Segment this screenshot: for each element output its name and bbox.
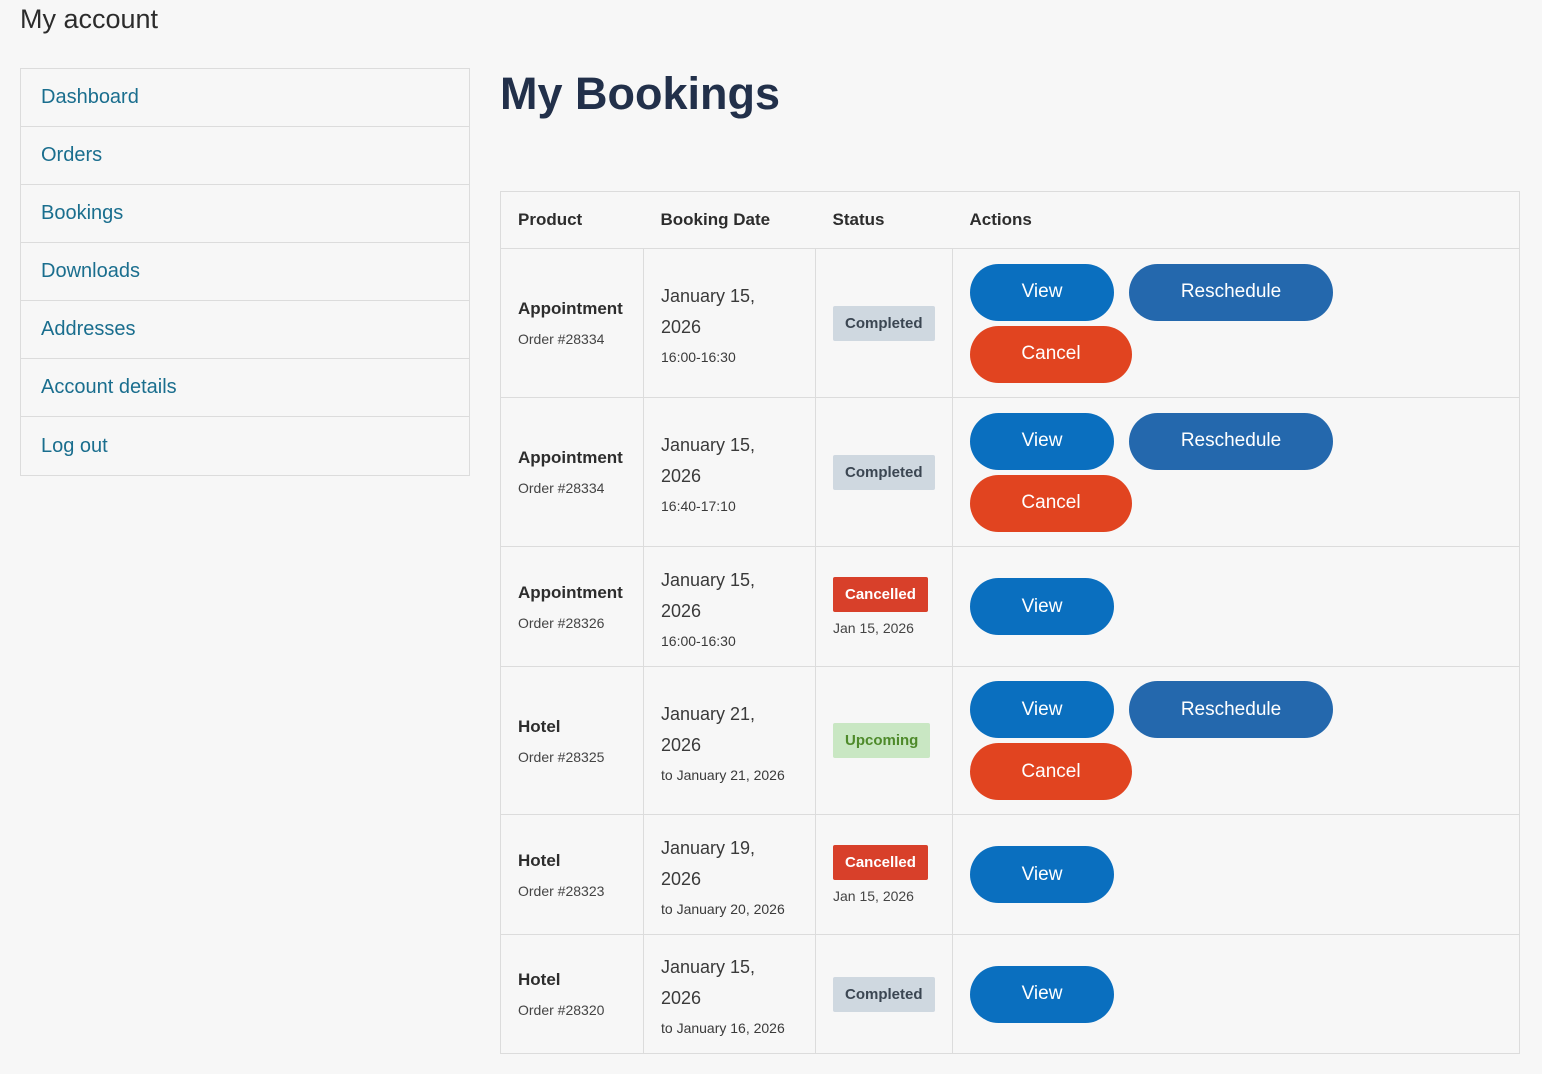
- table-row: Hotel Order #28323 January 19, 2026 to J…: [500, 814, 1520, 935]
- view-button[interactable]: View: [970, 263, 1114, 321]
- table-row: Hotel Order #28320 January 15, 2026 to J…: [500, 934, 1520, 1054]
- view-button[interactable]: View: [970, 578, 1114, 635]
- booking-date-cell: January 15, 2026 16:00-16:30: [643, 248, 816, 398]
- product-cell: Hotel Order #28320: [500, 934, 644, 1054]
- actions-group: View Reschedule Cancel: [970, 681, 1350, 800]
- order-number: Order #28326: [518, 614, 605, 631]
- cancel-button[interactable]: Cancel: [970, 325, 1132, 383]
- column-header-actions: Actions: [952, 191, 1520, 249]
- actions-cell: View: [952, 814, 1520, 935]
- product-name: Hotel: [518, 716, 561, 736]
- actions-group: View Reschedule Cancel: [970, 263, 1350, 383]
- actions-cell: View Reschedule Cancel: [952, 666, 1520, 815]
- status-badge: Completed: [833, 976, 935, 1012]
- product-name: Hotel: [518, 850, 561, 870]
- reschedule-button[interactable]: Reschedule: [1129, 412, 1333, 470]
- booking-date: January 21, 2026: [661, 703, 756, 755]
- product-name: Appointment: [518, 448, 623, 467]
- cancel-button[interactable]: Cancel: [970, 743, 1132, 800]
- status-badge: Cancelled: [833, 577, 928, 612]
- reschedule-button[interactable]: Reschedule: [1129, 681, 1333, 738]
- booking-date: January 15, 2026: [661, 957, 756, 1008]
- status-badge: Completed: [833, 305, 935, 341]
- status-date: Jan 15, 2026: [833, 620, 914, 636]
- booking-date: January 15, 2026: [661, 435, 756, 486]
- table-row: Appointment Order #28326 January 15, 202…: [500, 546, 1520, 667]
- product-name: Hotel: [518, 970, 561, 989]
- bookings-table: Product Booking Date Status Actions Appo…: [500, 191, 1520, 1054]
- product-cell: Hotel Order #28323: [500, 814, 644, 935]
- order-number: Order #28323: [518, 882, 605, 899]
- status-badge: Cancelled: [833, 845, 928, 880]
- cancel-button[interactable]: Cancel: [970, 474, 1132, 532]
- booking-date-cell: January 19, 2026 to January 20, 2026: [643, 814, 816, 935]
- actions-group: View Reschedule Cancel: [970, 412, 1350, 532]
- booking-date-detail: 16:40-17:10: [661, 498, 736, 514]
- view-button[interactable]: View: [970, 846, 1114, 903]
- bookings-heading: My Bookings: [500, 68, 781, 119]
- view-button[interactable]: View: [970, 412, 1114, 470]
- sidebar-item-account-details[interactable]: Account details: [21, 359, 469, 417]
- sidebar-item-downloads[interactable]: Downloads: [21, 243, 469, 301]
- view-button[interactable]: View: [970, 965, 1114, 1023]
- booking-date-detail: to January 20, 2026: [661, 900, 785, 917]
- status-badge: Upcoming: [833, 723, 931, 758]
- table-row: Appointment Order #28334 January 15, 202…: [500, 248, 1520, 398]
- booking-date-detail: to January 16, 2026: [661, 1020, 785, 1036]
- product-name: Appointment: [518, 582, 623, 602]
- actions-cell: View: [952, 934, 1520, 1054]
- order-number: Order #28320: [518, 1002, 605, 1018]
- reschedule-button[interactable]: Reschedule: [1129, 263, 1333, 321]
- view-button[interactable]: View: [970, 681, 1114, 738]
- status-badge: Completed: [833, 454, 935, 490]
- table-header-row: Product Booking Date Status Actions: [500, 191, 1520, 249]
- sidebar-item-log-out[interactable]: Log out: [21, 417, 469, 475]
- column-header-status: Status: [815, 191, 953, 249]
- booking-date-cell: January 15, 2026 to January 16, 2026: [643, 934, 816, 1054]
- booking-date-cell: January 15, 2026 16:40-17:10: [643, 397, 816, 547]
- booking-date: January 15, 2026: [661, 569, 756, 621]
- status-cell: Upcoming: [815, 666, 953, 815]
- product-cell: Appointment Order #28334: [500, 397, 644, 547]
- page-title: My account: [20, 4, 159, 34]
- booking-date-detail: 16:00-16:30: [661, 632, 736, 649]
- booking-date-cell: January 15, 2026 16:00-16:30: [643, 546, 816, 667]
- column-header-product: Product: [500, 191, 644, 249]
- status-cell: Cancelled Jan 15, 2026: [815, 814, 953, 935]
- booking-date: January 15, 2026: [661, 286, 756, 337]
- actions-group: View: [970, 578, 1350, 635]
- order-number: Order #28334: [518, 480, 605, 496]
- sidebar-item-bookings[interactable]: Bookings: [21, 185, 469, 243]
- booking-date-detail: to January 21, 2026: [661, 766, 785, 783]
- table-row: Hotel Order #28325 January 21, 2026 to J…: [500, 666, 1520, 815]
- actions-group: View: [970, 846, 1350, 903]
- sidebar-item-orders[interactable]: Orders: [21, 127, 469, 185]
- actions-cell: View: [952, 546, 1520, 667]
- actions-group: View: [970, 965, 1350, 1023]
- order-number: Order #28325: [518, 748, 605, 765]
- status-cell: Completed: [815, 934, 953, 1054]
- sidebar-item-addresses[interactable]: Addresses: [21, 301, 469, 359]
- product-cell: Appointment Order #28326: [500, 546, 644, 667]
- column-header-booking-date: Booking Date: [643, 191, 816, 249]
- booking-date-cell: January 21, 2026 to January 21, 2026: [643, 666, 816, 815]
- table-row: Appointment Order #28334 January 15, 202…: [500, 397, 1520, 547]
- status-cell: Completed: [815, 397, 953, 547]
- booking-date-detail: 16:00-16:30: [661, 349, 736, 365]
- product-name: Appointment: [518, 299, 623, 318]
- product-cell: Hotel Order #28325: [500, 666, 644, 815]
- sidebar-item-dashboard[interactable]: Dashboard: [21, 69, 469, 127]
- status-cell: Cancelled Jan 15, 2026: [815, 546, 953, 667]
- booking-date: January 19, 2026: [661, 837, 756, 889]
- product-cell: Appointment Order #28334: [500, 248, 644, 398]
- order-number: Order #28334: [518, 331, 605, 347]
- status-cell: Completed: [815, 248, 953, 398]
- actions-cell: View Reschedule Cancel: [952, 248, 1520, 398]
- actions-cell: View Reschedule Cancel: [952, 397, 1520, 547]
- status-date: Jan 15, 2026: [833, 888, 914, 904]
- account-navigation: Dashboard Orders Bookings Downloads Addr…: [20, 68, 470, 476]
